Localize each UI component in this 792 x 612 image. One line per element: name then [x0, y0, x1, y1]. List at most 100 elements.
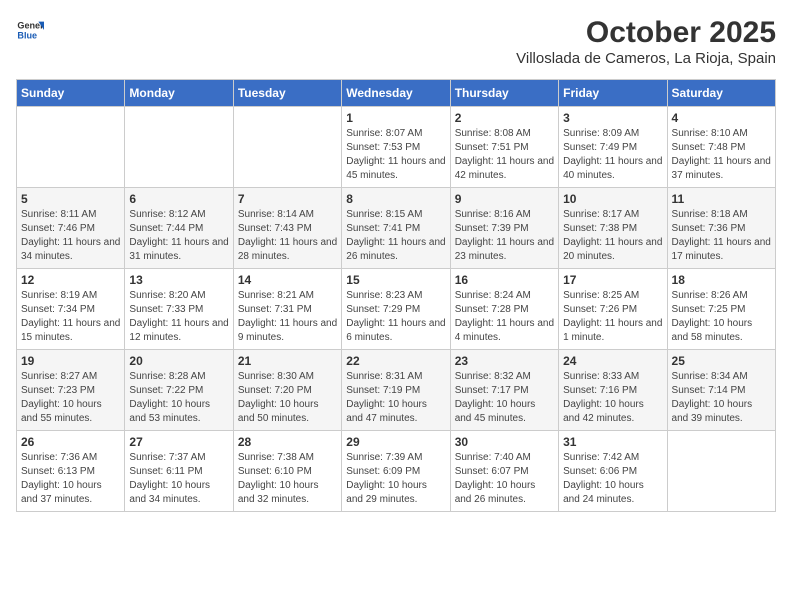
calendar-cell: 20 Sunrise: 8:28 AM Sunset: 7:22 PM Dayli…: [125, 350, 233, 431]
column-header-thursday: Thursday: [450, 80, 558, 107]
calendar-cell: 11 Sunrise: 8:18 AM Sunset: 7:36 PM Dayli…: [667, 188, 775, 269]
day-number: 11: [672, 192, 771, 206]
calendar-cell: 1 Sunrise: 8:07 AM Sunset: 7:53 PM Daylig…: [342, 107, 450, 188]
day-info: Sunrise: 8:17 AM Sunset: 7:38 PM Dayligh…: [563, 208, 662, 264]
day-number: 15: [346, 273, 445, 287]
day-number: 20: [129, 354, 228, 368]
calendar-cell: 24 Sunrise: 8:33 AM Sunset: 7:16 PM Dayli…: [559, 350, 667, 431]
column-header-monday: Monday: [125, 80, 233, 107]
column-header-sunday: Sunday: [17, 80, 125, 107]
calendar-week-row: 12 Sunrise: 8:19 AM Sunset: 7:34 PM Dayli…: [17, 269, 776, 350]
day-number: 16: [455, 273, 554, 287]
calendar-cell: 13 Sunrise: 8:20 AM Sunset: 7:33 PM Dayli…: [125, 269, 233, 350]
day-info: Sunrise: 8:28 AM Sunset: 7:22 PM Dayligh…: [129, 370, 228, 426]
title-section: October 2025 Villoslada de Cameros, La R…: [516, 16, 776, 67]
logo: General Blue General Blue: [16, 16, 44, 44]
calendar-cell: 8Sunrise: 8:15 AM Sunset: 7:41 PM Daylig…: [342, 188, 450, 269]
day-number: 10: [563, 192, 662, 206]
day-info: Sunrise: 8:30 AM Sunset: 7:20 PM Dayligh…: [238, 370, 337, 426]
day-number: 26: [21, 435, 120, 449]
day-info: Sunrise: 8:23 AM Sunset: 7:29 PM Dayligh…: [346, 289, 445, 345]
day-number: 1: [346, 111, 445, 125]
day-info: Sunrise: 8:10 AM Sunset: 7:48 PM Dayligh…: [672, 127, 771, 183]
day-info: Sunrise: 8:20 AM Sunset: 7:33 PM Dayligh…: [129, 289, 228, 345]
calendar-cell: 6 Sunrise: 8:12 AM Sunset: 7:44 PM Daylig…: [125, 188, 233, 269]
calendar-cell: 25 Sunrise: 8:34 AM Sunset: 7:14 PM Dayli…: [667, 350, 775, 431]
day-number: 4: [672, 111, 771, 125]
day-info: Sunrise: 8:08 AM Sunset: 7:51 PM Dayligh…: [455, 127, 554, 183]
day-info: Sunrise: 7:37 AM Sunset: 6:11 PM Dayligh…: [129, 451, 228, 507]
day-info: Sunrise: 8:14 AM Sunset: 7:43 PM Dayligh…: [238, 208, 337, 264]
day-info: Sunrise: 8:07 AM Sunset: 7:53 PM Dayligh…: [346, 127, 445, 183]
day-number: 6: [129, 192, 228, 206]
calendar-cell: [17, 107, 125, 188]
calendar-cell: 29Sunrise: 7:39 AM Sunset: 6:09 PM Dayli…: [342, 431, 450, 512]
page-header: General Blue General Blue October 2025 V…: [16, 16, 776, 67]
calendar-cell: [125, 107, 233, 188]
day-number: 17: [563, 273, 662, 287]
day-info: Sunrise: 8:11 AM Sunset: 7:46 PM Dayligh…: [21, 208, 120, 264]
calendar-cell: 22Sunrise: 8:31 AM Sunset: 7:19 PM Dayli…: [342, 350, 450, 431]
day-number: 25: [672, 354, 771, 368]
day-number: 12: [21, 273, 120, 287]
calendar-cell: [233, 107, 341, 188]
day-number: 24: [563, 354, 662, 368]
day-number: 3: [563, 111, 662, 125]
column-header-wednesday: Wednesday: [342, 80, 450, 107]
calendar-cell: 21 Sunrise: 8:30 AM Sunset: 7:20 PM Dayli…: [233, 350, 341, 431]
page-subtitle: Villoslada de Cameros, La Rioja, Spain: [516, 50, 776, 67]
calendar-cell: 3 Sunrise: 8:09 AM Sunset: 7:49 PM Daylig…: [559, 107, 667, 188]
calendar-cell: 2Sunrise: 8:08 AM Sunset: 7:51 PM Daylig…: [450, 107, 558, 188]
calendar-cell: 10 Sunrise: 8:17 AM Sunset: 7:38 PM Dayli…: [559, 188, 667, 269]
day-info: Sunrise: 8:24 AM Sunset: 7:28 PM Dayligh…: [455, 289, 554, 345]
day-info: Sunrise: 7:42 AM Sunset: 6:06 PM Dayligh…: [563, 451, 662, 507]
calendar-cell: 17 Sunrise: 8:25 AM Sunset: 7:26 PM Dayli…: [559, 269, 667, 350]
day-info: Sunrise: 8:34 AM Sunset: 7:14 PM Dayligh…: [672, 370, 771, 426]
calendar-week-row: 5Sunrise: 8:11 AM Sunset: 7:46 PM Daylig…: [17, 188, 776, 269]
day-info: Sunrise: 8:09 AM Sunset: 7:49 PM Dayligh…: [563, 127, 662, 183]
calendar-cell: 12 Sunrise: 8:19 AM Sunset: 7:34 PM Dayli…: [17, 269, 125, 350]
calendar-cell: 28 Sunrise: 7:38 AM Sunset: 6:10 PM Dayli…: [233, 431, 341, 512]
day-info: Sunrise: 8:16 AM Sunset: 7:39 PM Dayligh…: [455, 208, 554, 264]
day-number: 30: [455, 435, 554, 449]
calendar-cell: 14 Sunrise: 8:21 AM Sunset: 7:31 PM Dayli…: [233, 269, 341, 350]
calendar-week-row: 1 Sunrise: 8:07 AM Sunset: 7:53 PM Daylig…: [17, 107, 776, 188]
day-number: 8: [346, 192, 445, 206]
day-info: Sunrise: 8:32 AM Sunset: 7:17 PM Dayligh…: [455, 370, 554, 426]
calendar-cell: 7 Sunrise: 8:14 AM Sunset: 7:43 PM Daylig…: [233, 188, 341, 269]
day-info: Sunrise: 8:18 AM Sunset: 7:36 PM Dayligh…: [672, 208, 771, 264]
day-number: 7: [238, 192, 337, 206]
day-number: 18: [672, 273, 771, 287]
day-number: 13: [129, 273, 228, 287]
day-number: 28: [238, 435, 337, 449]
logo-icon: General Blue: [16, 16, 44, 44]
calendar-cell: [667, 431, 775, 512]
day-info: Sunrise: 7:36 AM Sunset: 6:13 PM Dayligh…: [21, 451, 120, 507]
day-number: 21: [238, 354, 337, 368]
column-header-saturday: Saturday: [667, 80, 775, 107]
day-info: Sunrise: 8:12 AM Sunset: 7:44 PM Dayligh…: [129, 208, 228, 264]
day-info: Sunrise: 8:33 AM Sunset: 7:16 PM Dayligh…: [563, 370, 662, 426]
day-number: 14: [238, 273, 337, 287]
day-info: Sunrise: 8:26 AM Sunset: 7:25 PM Dayligh…: [672, 289, 771, 345]
calendar-cell: 4 Sunrise: 8:10 AM Sunset: 7:48 PM Daylig…: [667, 107, 775, 188]
calendar-cell: 31 Sunrise: 7:42 AM Sunset: 6:06 PM Dayli…: [559, 431, 667, 512]
svg-text:Blue: Blue: [17, 30, 37, 40]
day-info: Sunrise: 8:25 AM Sunset: 7:26 PM Dayligh…: [563, 289, 662, 345]
calendar-week-row: 19Sunrise: 8:27 AM Sunset: 7:23 PM Dayli…: [17, 350, 776, 431]
day-info: Sunrise: 7:38 AM Sunset: 6:10 PM Dayligh…: [238, 451, 337, 507]
calendar-table: SundayMondayTuesdayWednesdayThursdayFrid…: [16, 79, 776, 512]
day-info: Sunrise: 8:21 AM Sunset: 7:31 PM Dayligh…: [238, 289, 337, 345]
day-number: 31: [563, 435, 662, 449]
day-info: Sunrise: 8:19 AM Sunset: 7:34 PM Dayligh…: [21, 289, 120, 345]
day-info: Sunrise: 7:39 AM Sunset: 6:09 PM Dayligh…: [346, 451, 445, 507]
calendar-cell: 30 Sunrise: 7:40 AM Sunset: 6:07 PM Dayli…: [450, 431, 558, 512]
day-info: Sunrise: 8:31 AM Sunset: 7:19 PM Dayligh…: [346, 370, 445, 426]
day-number: 23: [455, 354, 554, 368]
calendar-header-row: SundayMondayTuesdayWednesdayThursdayFrid…: [17, 80, 776, 107]
calendar-cell: 19Sunrise: 8:27 AM Sunset: 7:23 PM Dayli…: [17, 350, 125, 431]
calendar-cell: 27 Sunrise: 7:37 AM Sunset: 6:11 PM Dayli…: [125, 431, 233, 512]
day-info: Sunrise: 8:27 AM Sunset: 7:23 PM Dayligh…: [21, 370, 120, 426]
day-info: Sunrise: 7:40 AM Sunset: 6:07 PM Dayligh…: [455, 451, 554, 507]
day-number: 27: [129, 435, 228, 449]
